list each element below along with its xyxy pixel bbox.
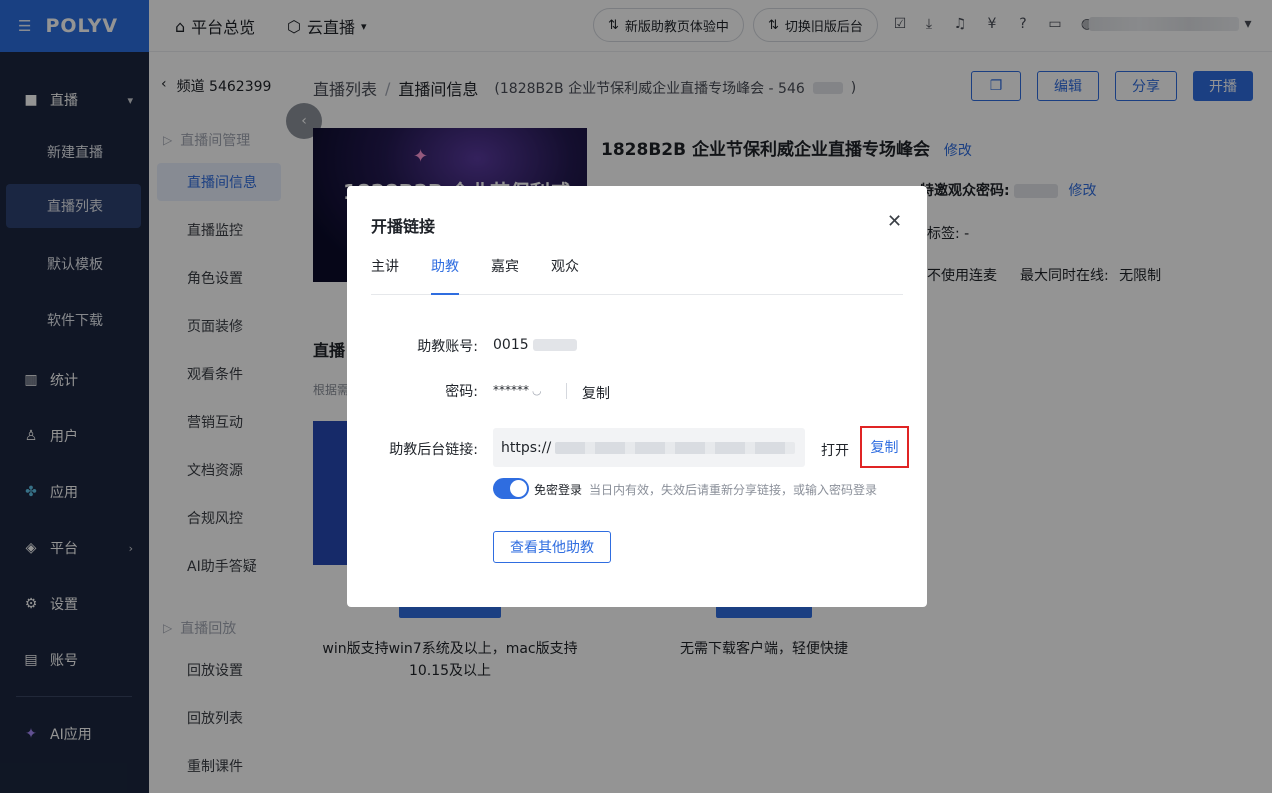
divider [566, 383, 567, 399]
link-label: 助教后台链接: [389, 442, 478, 458]
modal-title: 开播链接 [371, 217, 436, 236]
password-value: ****** [493, 383, 529, 397]
view-other-assistants-button[interactable]: 查看其他助教 [493, 531, 611, 563]
close-icon[interactable]: ✕ [887, 211, 902, 232]
account-label: 助教账号: [417, 339, 478, 355]
assistant-link-field[interactable]: https:// [493, 428, 805, 467]
password-label: 密码: [445, 384, 478, 400]
open-link-button[interactable]: 打开 [821, 440, 849, 460]
role-tabs: 主讲 助教 嘉宾 观众 [371, 254, 903, 295]
copy-link-button[interactable]: 复制 [860, 426, 909, 468]
link-blurred [555, 441, 796, 454]
tab-guest[interactable]: 嘉宾 [491, 256, 519, 295]
tab-assistant[interactable]: 助教 [431, 256, 459, 295]
passwordless-login-label: 免密登录 [534, 483, 583, 497]
account-value: 0015 [493, 337, 578, 353]
passwordless-login-hint: 当日内有效，失效后请重新分享链接，或输入密码登录 [589, 483, 878, 497]
start-links-modal: 开播链接 ✕ 主讲 助教 嘉宾 观众 助教账号: 0015 密码: ******… [347, 186, 927, 607]
passwordless-login-toggle[interactable] [493, 478, 529, 499]
eye-closed-icon[interactable]: ◡ [532, 384, 542, 397]
copy-password-button[interactable]: 复制 [582, 383, 610, 403]
tab-audience[interactable]: 观众 [551, 256, 579, 295]
account-blurred [533, 339, 578, 351]
tab-presenter[interactable]: 主讲 [371, 256, 399, 295]
